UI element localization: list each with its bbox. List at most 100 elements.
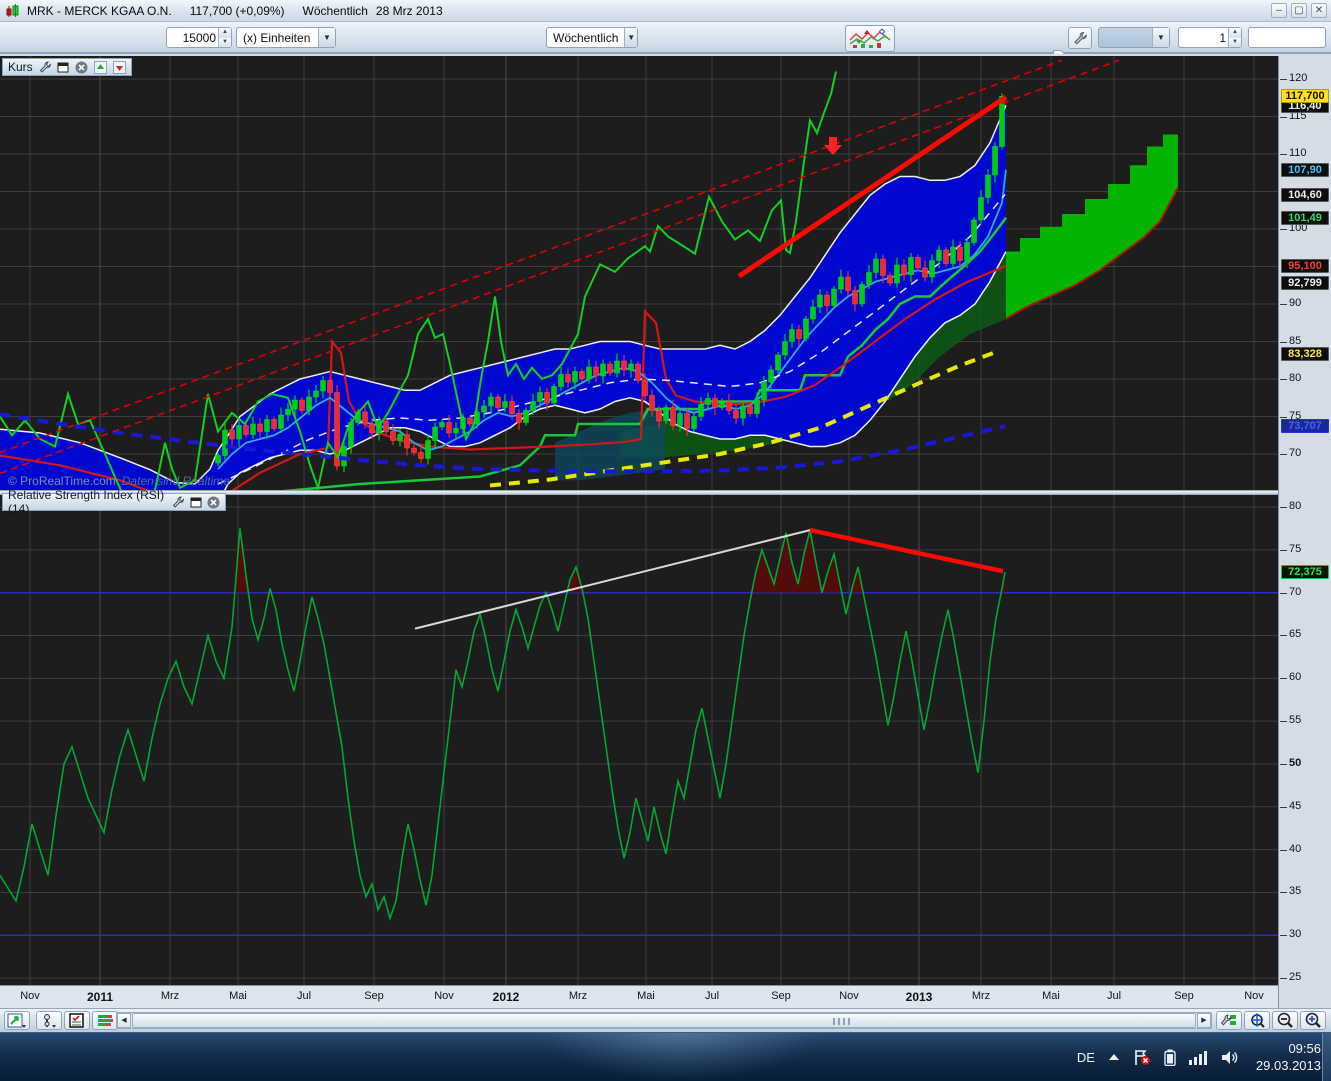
axis-tick-label: 70	[1289, 447, 1301, 459]
time-axis-year-label: 2012	[493, 990, 520, 1004]
maximize-button[interactable]: ▢	[1291, 3, 1307, 18]
chart-settings-button[interactable]	[1216, 1011, 1242, 1030]
scrollbar-handle[interactable]	[132, 1013, 1196, 1028]
last-price: 117,700 (+0,09%)	[190, 4, 285, 18]
minimize-button[interactable]: –	[1271, 3, 1287, 18]
axis-tick-label: 25	[1289, 971, 1301, 983]
notes-button[interactable]	[64, 1011, 90, 1030]
horizontal-scrollbar[interactable]: ◀ ▶	[116, 1012, 1212, 1029]
scroll-right-arrow[interactable]: ▶	[1197, 1013, 1211, 1028]
taskbar-clock[interactable]: 09:56 29.03.2013	[1256, 1040, 1321, 1074]
timeframe-dropdown[interactable]: Wöchentlich ▼	[546, 27, 638, 48]
price-axis[interactable]: 1201151101009085807570807570656055504540…	[1278, 56, 1331, 1008]
show-desktop-button[interactable]	[1322, 1033, 1331, 1081]
price-flag: 104,60	[1281, 188, 1329, 202]
battery-icon[interactable]	[1164, 1049, 1176, 1066]
wrench-bars-icon	[1220, 1013, 1238, 1029]
price-flag: 101,49	[1281, 211, 1329, 225]
time-axis-month-label: Jul	[1107, 990, 1121, 1002]
axis-tick-label: 60	[1289, 671, 1301, 683]
axis-tick-label: 80	[1289, 500, 1301, 512]
candlestick-app-icon	[6, 4, 20, 18]
axis-tick-label: 55	[1289, 714, 1301, 726]
count-spinner-buttons[interactable]: ▲▼	[1228, 28, 1241, 47]
axis-tick-label: 30	[1289, 928, 1301, 940]
time-axis-month-label: Mrz	[972, 990, 990, 1002]
time-axis-month-label: Jul	[705, 990, 719, 1002]
note-page-icon	[69, 1013, 85, 1029]
move-panel-down-icon[interactable]	[112, 61, 126, 74]
time-axis[interactable]: Nov2011MrzMaiJulSepNov2012MrzMaiJulSepNo…	[0, 985, 1278, 1008]
speaker-icon[interactable]	[1221, 1050, 1239, 1065]
price-flag: 92,799	[1281, 276, 1329, 290]
axis-tick-label: 110	[1289, 147, 1307, 159]
close-icon[interactable]	[207, 496, 220, 509]
axis-tick-label: 120	[1289, 72, 1307, 84]
price-flag: 117,700	[1281, 89, 1329, 103]
kurs-panel-header[interactable]: Kurs	[2, 58, 132, 76]
close-icon[interactable]	[75, 61, 89, 74]
count-spinner-value[interactable]: 1	[1179, 31, 1228, 45]
price-chart-panel[interactable]: © ProRealTime.comDaten sind Realtime	[0, 56, 1278, 492]
time-axis-month-label: Jul	[297, 990, 311, 1002]
chart-preview-icon	[849, 28, 891, 49]
search-field[interactable]	[1248, 27, 1326, 48]
chevron-down-icon[interactable]: ▼	[1152, 28, 1169, 47]
axis-tick-label: 90	[1289, 297, 1301, 309]
time-axis-month-label: Nov	[1244, 990, 1264, 1002]
draw-arrow-icon	[7, 1013, 27, 1029]
units-type-dropdown[interactable]: (x) Einheiten ▼	[236, 27, 336, 48]
units-spinner-value[interactable]: 15000	[167, 31, 218, 45]
rsi-panel-header[interactable]: Relative Strength Index (RSI) (14)	[2, 493, 226, 511]
scrollbar-grip	[833, 1018, 851, 1025]
action-center-flag-icon[interactable]	[1133, 1049, 1151, 1066]
chart-type-button[interactable]	[845, 25, 895, 52]
rsi-chart-canvas[interactable]	[0, 495, 1278, 985]
zoom-out-button[interactable]	[1272, 1011, 1298, 1030]
axis-tick-label: 85	[1289, 335, 1301, 347]
time-axis-month-label: Mrz	[161, 990, 179, 1002]
units-spinner[interactable]: 15000 ▲▼	[166, 27, 232, 48]
window-titlebar: MRK - MERCK KGAA O.N. 117,700 (+0,09%) W…	[0, 0, 1331, 22]
time-axis-month-label: Mai	[637, 990, 655, 1002]
axis-tick-label: 75	[1289, 543, 1301, 555]
price-chart-canvas[interactable]	[0, 56, 1278, 492]
time-axis-month-label: Nov	[434, 990, 454, 1002]
system-tray: DE 09:56 29.03.2013	[1077, 1033, 1321, 1081]
axis-tick-label: 45	[1289, 800, 1301, 812]
network-signal-icon[interactable]	[1189, 1050, 1208, 1065]
detach-window-icon[interactable]	[56, 61, 70, 74]
zoom-fit-button[interactable]	[1244, 1011, 1270, 1030]
scroll-left-arrow[interactable]: ◀	[117, 1013, 131, 1028]
time-axis-year-label: 2013	[906, 990, 933, 1004]
wrench-icon[interactable]	[172, 496, 184, 509]
instrument-title: MRK - MERCK KGAA O.N.	[27, 4, 172, 18]
language-indicator[interactable]: DE	[1077, 1050, 1095, 1065]
time-axis-month-label: Mai	[229, 990, 247, 1002]
tray-expand-icon[interactable]	[1108, 1053, 1120, 1061]
wrench-icon[interactable]	[38, 61, 52, 74]
zoom-in-button[interactable]	[1300, 1011, 1326, 1030]
move-panel-up-icon[interactable]	[94, 61, 108, 74]
chevron-down-icon[interactable]: ▼	[318, 28, 335, 47]
price-flag: 83,328	[1281, 347, 1329, 361]
pin-tool-icon	[40, 1013, 58, 1029]
price-flag: 95,100	[1281, 259, 1329, 273]
axis-tick-label: 65	[1289, 628, 1301, 640]
close-button[interactable]: ✕	[1311, 3, 1327, 18]
time-axis-year-label: 2011	[87, 990, 113, 1004]
line-tools-button[interactable]	[36, 1011, 62, 1030]
time-axis-month-label: Sep	[771, 990, 791, 1002]
units-spinner-buttons[interactable]: ▲▼	[218, 28, 231, 47]
price-flag: 107,90	[1281, 163, 1329, 177]
chart-region: © ProRealTime.comDaten sind Realtime Kur…	[0, 54, 1331, 1008]
volume-profile-button[interactable]	[92, 1011, 118, 1030]
detach-window-icon[interactable]	[190, 496, 202, 509]
count-spinner[interactable]: 1 ▲▼	[1178, 27, 1242, 48]
objects-dropdown[interactable]: ▼	[1098, 27, 1170, 48]
indicator-wrench-button[interactable]	[1068, 27, 1092, 49]
chevron-down-icon[interactable]: ▼	[624, 28, 637, 47]
time-axis-month-label: Nov	[20, 990, 40, 1002]
rsi-chart-panel[interactable]	[0, 495, 1278, 985]
drawing-tools-button[interactable]	[4, 1011, 30, 1030]
